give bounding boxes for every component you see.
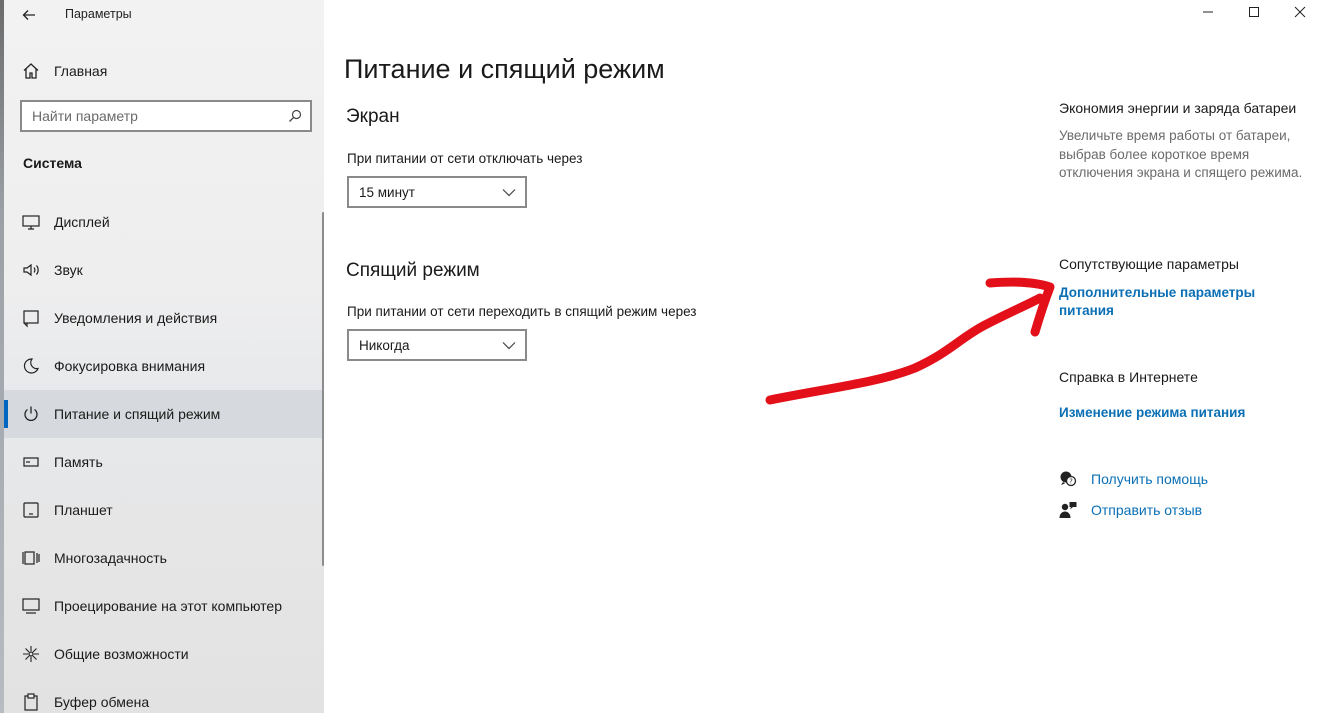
sleep-timeout-dropdown[interactable]: Никогда xyxy=(347,329,527,361)
home-icon xyxy=(23,63,39,79)
additional-power-settings-line1: Дополнительные параметры xyxy=(1059,285,1256,300)
sidebar-item-display[interactable]: Дисплей xyxy=(4,198,324,246)
get-help-row[interactable]: ? Получить помощь xyxy=(1059,468,1299,490)
sidebar-item-power-sleep[interactable]: Питание и спящий режим xyxy=(4,390,324,438)
sleep-timeout-label: При питании от сети переходить в спящий … xyxy=(347,304,697,319)
additional-power-settings-line2: питания xyxy=(1059,303,1114,318)
sidebar-item-storage[interactable]: Память xyxy=(4,438,324,486)
send-feedback-link[interactable]: Отправить отзыв xyxy=(1091,502,1202,518)
chevron-down-icon xyxy=(502,342,516,350)
minimize-button[interactable] xyxy=(1185,0,1231,30)
battery-saving-text: Увеличьте время работы от батареи, выбра… xyxy=(1059,128,1303,180)
sidebar-item-label: Планшет xyxy=(54,502,113,518)
search-input[interactable] xyxy=(22,102,272,130)
sidebar-item-label: Питание и спящий режим xyxy=(54,406,221,422)
sidebar-item-label: Буфер обмена xyxy=(54,694,150,710)
notification-icon xyxy=(23,310,39,328)
clipboard-icon xyxy=(24,693,38,711)
sidebar-item-label: Звук xyxy=(54,262,83,278)
sidebar-item-label: Многозадачность xyxy=(54,550,167,566)
sidebar-item-label: Проецирование на этот компьютер xyxy=(54,598,282,614)
get-help-link[interactable]: Получить помощь xyxy=(1091,471,1208,487)
sidebar-item-sound[interactable]: Звук xyxy=(4,246,324,294)
minimize-icon xyxy=(1203,11,1213,13)
help-chat-icon: ? xyxy=(1060,471,1077,487)
search-box[interactable] xyxy=(20,100,312,132)
feedback-person-icon xyxy=(1059,502,1077,518)
page-title: Питание и спящий режим xyxy=(344,54,665,84)
svg-text:?: ? xyxy=(1069,478,1073,486)
screen-timeout-value: 15 минут xyxy=(359,185,415,200)
back-arrow-icon xyxy=(22,10,35,20)
sidebar-item-label: Общие возможности xyxy=(54,646,189,662)
sidebar-item-notifications[interactable]: Уведомления и действия xyxy=(4,294,324,342)
screen-heading: Экран xyxy=(346,106,400,127)
sidebar-item-label: Дисплей xyxy=(54,214,110,230)
battery-saving-heading: Экономия энергии и заряда батареи xyxy=(1059,100,1297,116)
sidebar-item-multitasking[interactable]: Многозадачность xyxy=(4,534,324,582)
search-icon[interactable] xyxy=(288,109,302,123)
chevron-down-icon xyxy=(502,189,516,197)
title-bar: Параметры xyxy=(4,0,324,30)
nav-home[interactable]: Главная xyxy=(4,57,324,85)
feedback-row[interactable]: Отправить отзыв xyxy=(1059,499,1299,521)
nav-home-label: Главная xyxy=(54,63,108,79)
multitasking-icon xyxy=(22,551,40,565)
monitor-icon xyxy=(22,215,40,230)
screen-timeout-label: При питании от сети отключать через xyxy=(347,151,583,166)
maximize-icon xyxy=(1249,7,1259,17)
sidebar-item-projection[interactable]: Проецирование на этот компьютер xyxy=(4,582,324,630)
back-button[interactable] xyxy=(14,2,44,28)
nav-list: Дисплей Звук Уведомления и действия Фоку… xyxy=(4,198,324,713)
additional-power-settings-link[interactable]: Дополнительные параметры питания xyxy=(1059,284,1255,320)
storage-icon xyxy=(23,457,39,467)
app-title: Параметры xyxy=(65,7,132,21)
close-button[interactable] xyxy=(1277,0,1323,30)
close-icon xyxy=(1294,6,1306,18)
sidebar-item-tablet[interactable]: Планшет xyxy=(4,486,324,534)
screen-timeout-dropdown[interactable]: 15 минут xyxy=(347,176,527,208)
sidebar-item-clipboard[interactable]: Буфер обмена xyxy=(4,678,324,713)
sidebar-item-shared-experiences[interactable]: Общие возможности xyxy=(4,630,324,678)
maximize-button[interactable] xyxy=(1231,0,1277,30)
sidebar-item-label: Уведомления и действия xyxy=(54,310,218,326)
related-settings-heading: Сопутствующие параметры xyxy=(1059,256,1239,272)
power-icon xyxy=(24,406,38,421)
projection-icon xyxy=(22,598,40,614)
change-power-mode-link[interactable]: Изменение режима питания xyxy=(1059,404,1245,422)
sidebar-item-label: Память xyxy=(54,454,103,470)
section-title: Система xyxy=(23,155,82,171)
sidebar-item-label: Фокусировка внимания xyxy=(54,358,206,374)
sleep-timeout-value: Никогда xyxy=(359,338,410,353)
web-help-heading: Справка в Интернете xyxy=(1059,369,1198,385)
sidebar: Параметры Главная Система Дисплей Звук У… xyxy=(0,0,325,713)
main-content: Питание и спящий режим Экран При питании… xyxy=(324,0,1325,713)
speaker-icon xyxy=(23,263,39,277)
sleep-heading: Спящий режим xyxy=(346,260,480,281)
moon-icon xyxy=(23,358,39,374)
sidebar-item-focus-assist[interactable]: Фокусировка внимания xyxy=(4,342,324,390)
shared-experiences-icon xyxy=(23,646,39,662)
tablet-icon xyxy=(23,502,39,518)
